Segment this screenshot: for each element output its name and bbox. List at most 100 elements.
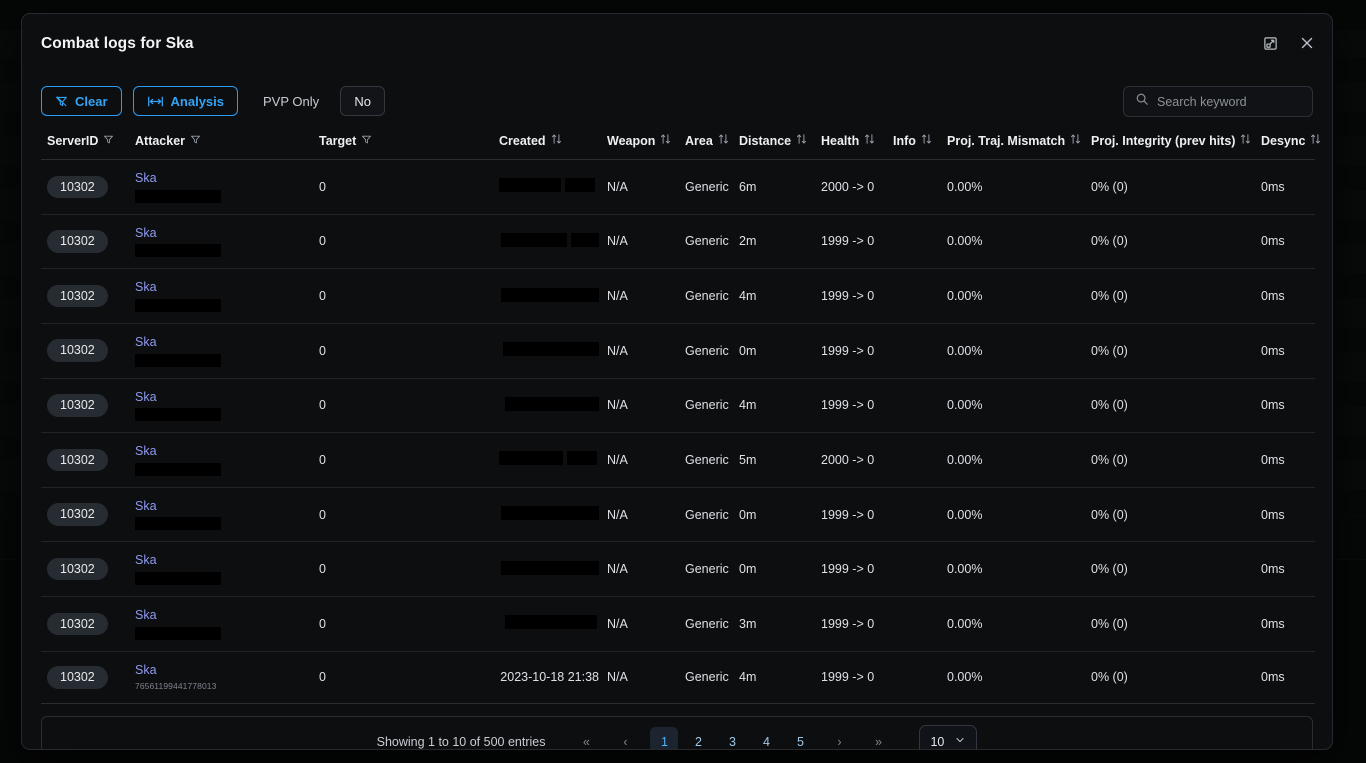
column-header-distance[interactable]: Distance: [733, 124, 815, 160]
table-row[interactable]: 10302 Ska 0 N/A Generic 0m 1999 -> 0 0.00% 0% (0…: [41, 541, 1315, 597]
page-button-1[interactable]: 1: [650, 726, 679, 749]
pvp-only-toggle[interactable]: No: [340, 86, 386, 116]
sort-icon[interactable]: [1240, 133, 1251, 148]
first-page-button[interactable]: «: [572, 727, 600, 749]
search-box[interactable]: [1123, 86, 1318, 117]
attacker-link[interactable]: Ska: [135, 663, 157, 677]
cell-proj-traj-mismatch: 0.00%: [941, 596, 1085, 652]
table-row[interactable]: 10302 Ska 76561199441778013 0 2023-10-18 21:…: [41, 651, 1315, 704]
table-row[interactable]: 10302 Ska 0 N/A Generic 5m 2000 -> 0 0.00% 0% (0…: [41, 432, 1315, 488]
redaction-bar-attacker-id: [135, 189, 221, 203]
close-icon[interactable]: [1296, 32, 1318, 54]
cell-proj-integrity: 0% (0): [1085, 432, 1255, 488]
page-button-4[interactable]: 4: [752, 727, 780, 749]
redaction-segment: [501, 560, 599, 575]
page-button-2[interactable]: 2: [684, 727, 712, 749]
cell-attacker: Ska: [129, 268, 313, 324]
table-row[interactable]: 10302 Ska 0 N/A Generic 0m 1999 -> 0 0.00% 0% (0…: [41, 487, 1315, 543]
cell-proj-traj-mismatch: 0.00%: [941, 323, 1085, 379]
next-page-button[interactable]: ›: [825, 727, 853, 749]
search-input[interactable]: [1157, 94, 1318, 109]
cell-distance: 3m: [733, 596, 815, 652]
pagination-bar: Showing 1 to 10 of 500 entries « ‹ 12345…: [41, 715, 1313, 749]
page-title: Combat logs for Ska: [41, 35, 194, 52]
column-header-weapon[interactable]: Weapon: [601, 124, 679, 160]
table-row[interactable]: 10302 Ska 0 N/A Generic 4m 1999 -> 0 0.00% 0% (0…: [41, 378, 1315, 434]
expand-icon[interactable]: [1259, 32, 1281, 54]
cell-desync: 0ms: [1255, 159, 1315, 215]
column-header-info[interactable]: Info: [887, 124, 941, 160]
column-header-serverid[interactable]: ServerID: [41, 124, 129, 160]
cell-weapon: N/A: [601, 323, 679, 379]
column-label: Attacker: [135, 133, 186, 148]
column-header-desync[interactable]: Desync: [1255, 124, 1321, 160]
table-row[interactable]: 10302 Ska 0 N/A Generic 2m 1999 -> 0 0.00% 0% (0…: [41, 214, 1315, 270]
column-header-area[interactable]: Area: [679, 124, 733, 160]
sort-icon[interactable]: [660, 133, 671, 148]
sort-icon[interactable]: [796, 133, 807, 148]
sort-icon[interactable]: [551, 133, 562, 148]
filter-icon[interactable]: [361, 134, 372, 148]
cell-weapon: N/A: [601, 214, 679, 270]
cell-info: [887, 651, 941, 704]
cell-created: [493, 268, 601, 324]
cell-area: Generic: [679, 159, 733, 215]
attacker-link[interactable]: Ska: [135, 226, 157, 240]
redaction-segment: [501, 287, 599, 302]
cell-health: 1999 -> 0: [815, 596, 887, 652]
clear-button[interactable]: Clear: [41, 86, 122, 116]
analysis-button[interactable]: Analysis: [132, 86, 239, 116]
table-row[interactable]: 10302 Ska 0 N/A Generic 0m 1999 -> 0 0.00% 0% (0…: [41, 323, 1315, 379]
column-header-health[interactable]: Health: [815, 124, 887, 160]
cell-distance: 0m: [733, 323, 815, 379]
last-page-button[interactable]: »: [864, 727, 892, 749]
redaction-bar-created: [499, 396, 599, 411]
cell-distance: 5m: [733, 432, 815, 488]
column-header-proj-traj-mismatch[interactable]: Proj. Traj. Mismatch: [941, 124, 1085, 160]
cell-proj-integrity: 0% (0): [1085, 159, 1255, 215]
cell-target: 0: [313, 651, 493, 704]
table-header-row: ServerID Attacker Target Created Weapon …: [41, 124, 1321, 160]
sort-icon[interactable]: [921, 133, 932, 148]
cell-target: 0: [313, 268, 493, 324]
attacker-link[interactable]: Ska: [135, 280, 157, 294]
filter-icon[interactable]: [190, 134, 201, 148]
page-size-select[interactable]: 10: [919, 724, 978, 749]
attacker-link[interactable]: Ska: [135, 499, 157, 513]
sort-icon[interactable]: [1070, 133, 1081, 148]
page-button-3[interactable]: 3: [718, 727, 746, 749]
cell-desync: 0ms: [1255, 378, 1315, 434]
column-label: Proj. Traj. Mismatch: [947, 133, 1066, 148]
attacker-link[interactable]: Ska: [135, 608, 157, 622]
filter-icon[interactable]: [103, 134, 114, 148]
redaction-bar-created: [499, 506, 599, 521]
cell-area: Generic: [679, 323, 733, 379]
prev-page-button[interactable]: ‹: [611, 727, 639, 749]
attacker-link[interactable]: Ska: [135, 171, 157, 185]
attacker-link[interactable]: Ska: [135, 390, 157, 404]
cell-info: [887, 487, 941, 543]
page-button-5[interactable]: 5: [786, 727, 814, 749]
column-header-proj-integrity[interactable]: Proj. Integrity (prev hits): [1085, 124, 1255, 160]
cell-area: Generic: [679, 432, 733, 488]
cell-proj-integrity: 0% (0): [1085, 323, 1255, 379]
cell-created: [493, 159, 601, 215]
table-row[interactable]: 10302 Ska 0 N/A Generic 6m 2000 -> 0 0.00% 0% (0…: [41, 159, 1315, 215]
sort-icon[interactable]: [718, 133, 729, 148]
cell-distance: 0m: [733, 487, 815, 543]
cell-serverid: 10302: [41, 268, 129, 324]
column-header-attacker[interactable]: Attacker: [129, 124, 313, 160]
cell-info: [887, 596, 941, 652]
column-header-created[interactable]: Created: [493, 124, 601, 160]
attacker-link[interactable]: Ska: [135, 553, 157, 567]
table-row[interactable]: 10302 Ska 0 N/A Generic 4m 1999 -> 0 0.00% 0% (0…: [41, 268, 1315, 324]
column-header-target[interactable]: Target: [313, 124, 493, 160]
sort-icon[interactable]: [1310, 133, 1321, 148]
cell-attacker: Ska: [129, 214, 313, 270]
table-row[interactable]: 10302 Ska 0 N/A Generic 3m 1999 -> 0 0.00% 0% (0…: [41, 596, 1315, 652]
cell-target: 0: [313, 432, 493, 488]
attacker-link[interactable]: Ska: [135, 335, 157, 349]
sort-icon[interactable]: [864, 133, 875, 148]
attacker-link[interactable]: Ska: [135, 444, 157, 458]
cell-created: [493, 378, 601, 434]
